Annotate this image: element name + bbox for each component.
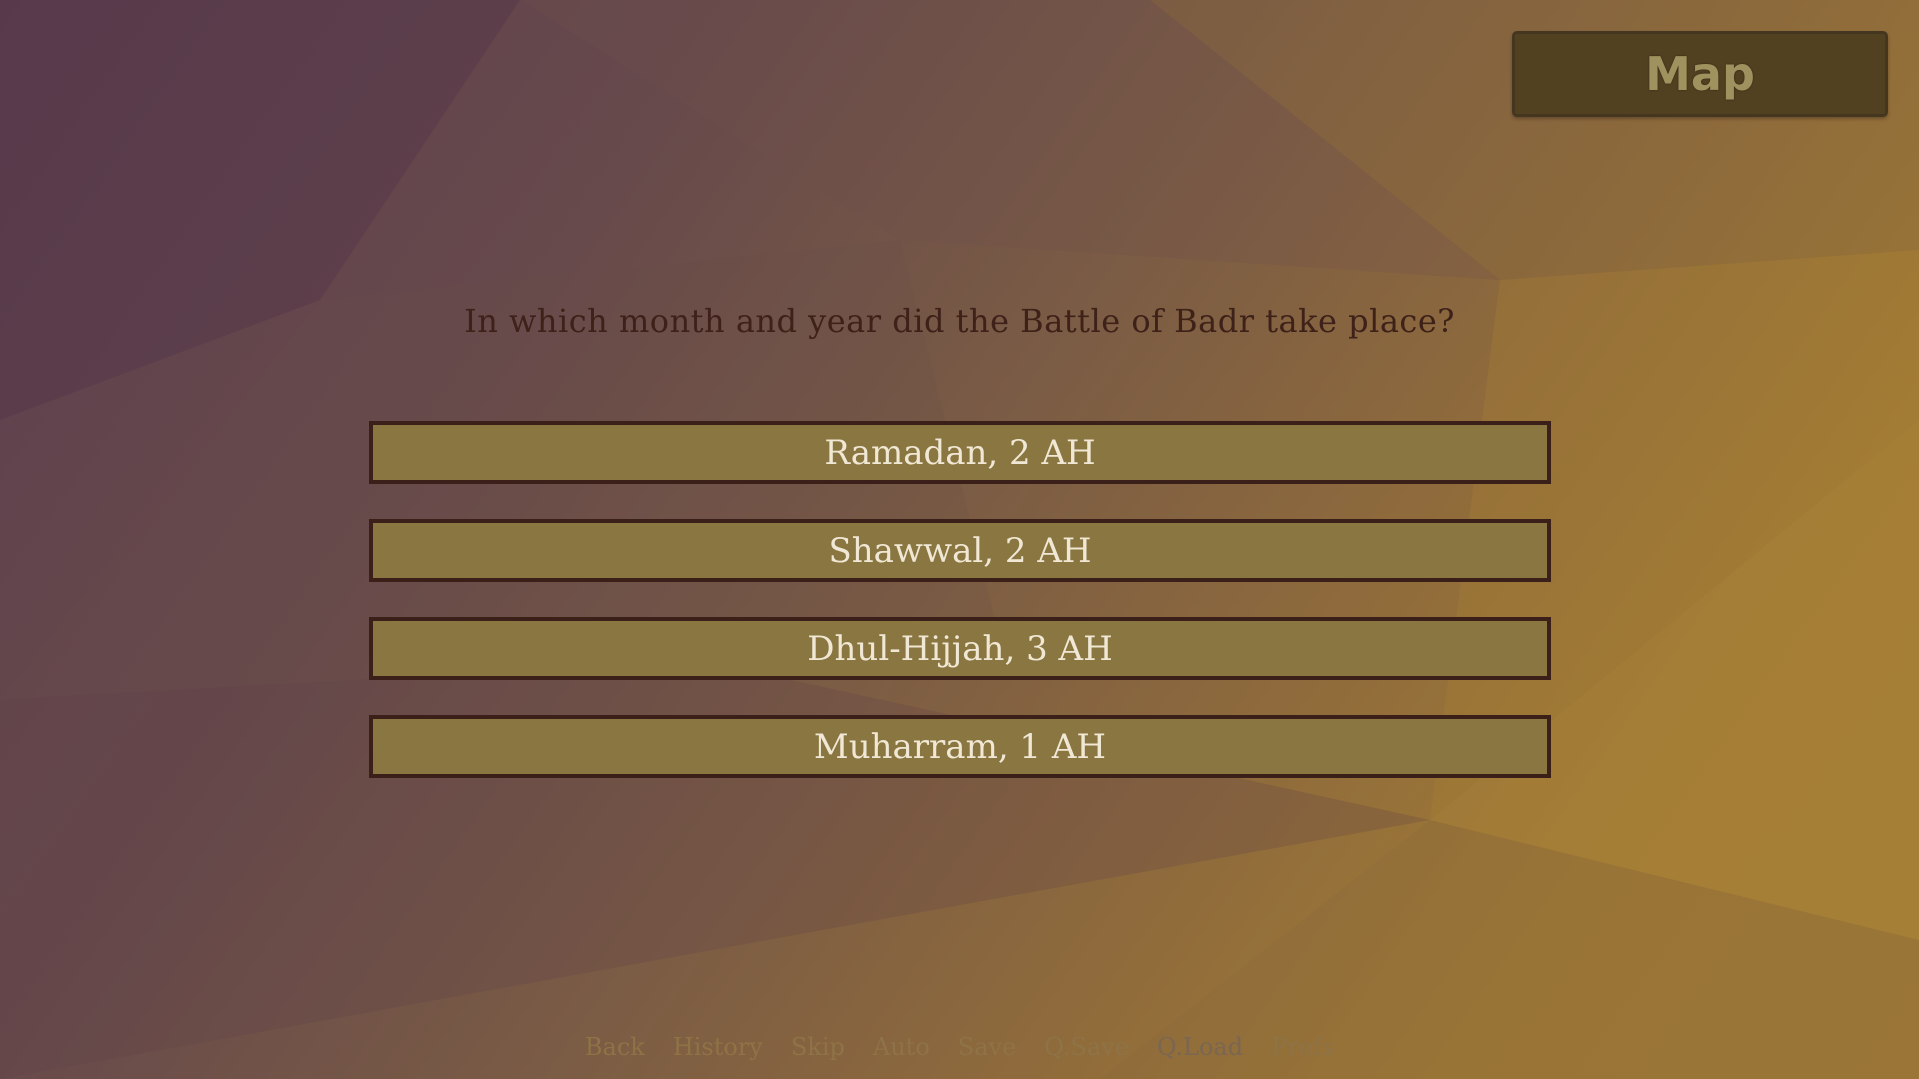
question-text: In which month and year did the Battle o… (464, 302, 1455, 340)
auto-button[interactable]: Auto (873, 1033, 930, 1061)
skip-button[interactable]: Skip (791, 1033, 845, 1061)
answer-choice-4[interactable]: Muharram, 1 AH (369, 715, 1551, 778)
answer-choice-2[interactable]: Shawwal, 2 AH (369, 519, 1551, 582)
prefs-button[interactable]: Prefs (1271, 1033, 1334, 1061)
answer-choice-1[interactable]: Ramadan, 2 AH (369, 421, 1551, 484)
map-button[interactable]: Map (1512, 31, 1888, 117)
answer-choice-3[interactable]: Dhul-Hijjah, 3 AH (369, 617, 1551, 680)
quick-save-button[interactable]: Q.Save (1044, 1033, 1129, 1061)
save-button[interactable]: Save (958, 1033, 1017, 1061)
quick-load-button[interactable]: Q.Load (1157, 1033, 1243, 1061)
quick-menu: Back History Skip Auto Save Q.Save Q.Loa… (0, 1033, 1919, 1061)
back-button[interactable]: Back (585, 1033, 645, 1061)
history-button[interactable]: History (673, 1033, 763, 1061)
answer-choices: Ramadan, 2 AH Shawwal, 2 AH Dhul-Hijjah,… (369, 421, 1551, 813)
